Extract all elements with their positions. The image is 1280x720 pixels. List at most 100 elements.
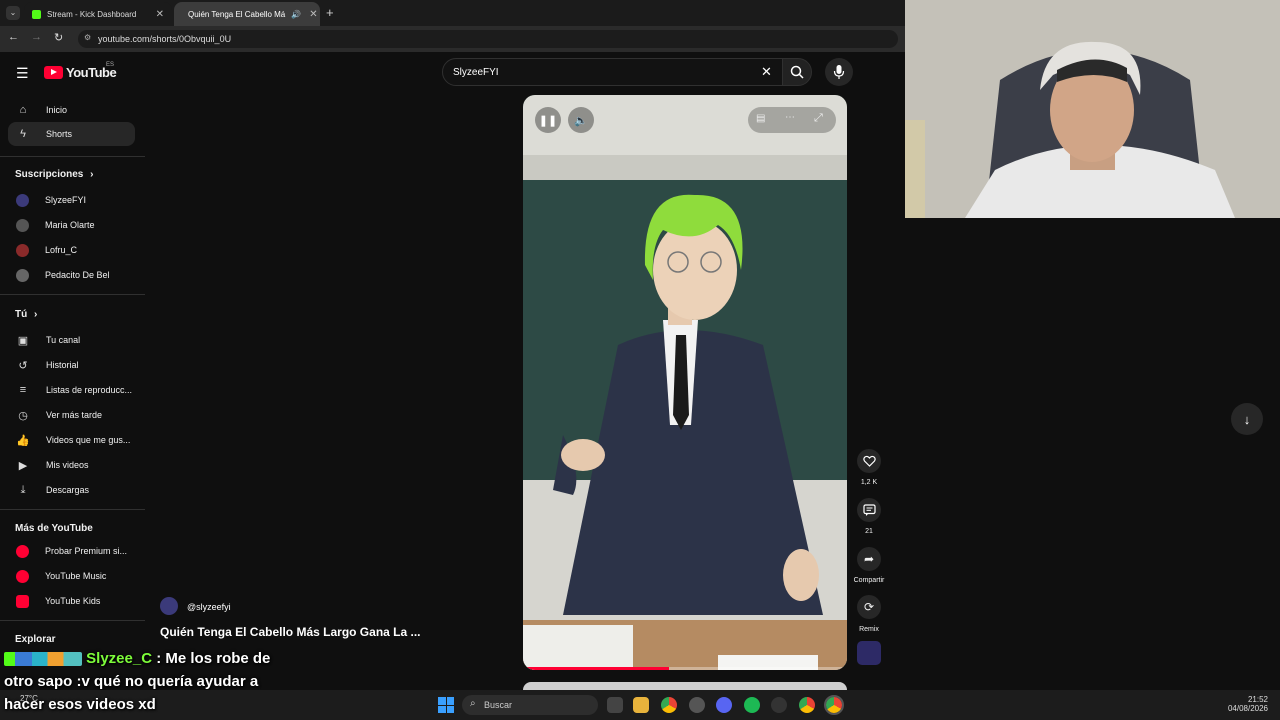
sidebar-sub-slyzeefyi[interactable]: SlyzeeFYI	[8, 188, 135, 212]
home-icon: ⌂	[19, 104, 27, 116]
sidebar: ⌂ Inicio ϟ Shorts Suscripciones › Slyzee…	[0, 94, 145, 690]
tab-youtube-short[interactable]: Quién Tenga El Cabello Má 🔊 ✕	[174, 2, 320, 26]
sidebar-item-shorts[interactable]: ϟ Shorts	[8, 122, 135, 146]
chat-text: : Me los robe de	[156, 650, 271, 667]
like-icon: 👍	[16, 434, 30, 447]
forward-icon[interactable]: →	[31, 31, 42, 43]
share-icon: ➦	[863, 552, 875, 566]
comment-button[interactable]	[857, 498, 881, 522]
taskbar-search[interactable]: ⌕ Buscar	[462, 695, 598, 715]
obs-icon[interactable]	[689, 697, 705, 713]
captions-icon[interactable]: ▤	[756, 113, 765, 124]
address-bar[interactable]: ⚙ youtube.com/shorts/0Obvquii_0U	[78, 30, 898, 48]
speaker-icon: 🔊	[291, 9, 302, 19]
webcam-overlay	[905, 0, 1280, 218]
app-icon[interactable]	[771, 697, 787, 713]
browser-tab-bar: ⌄ Stream - Kick Dashboard ✕ Quién Tenga …	[0, 0, 905, 26]
sidebar-item-label: Mis videos	[46, 460, 89, 470]
sidebar-item-videos-que-me-gustan[interactable]: 👍 Videos que me gus...	[8, 428, 135, 452]
my-videos-icon: ▶	[18, 459, 28, 472]
tab-title: Quién Tenga El Cabello Má	[188, 9, 286, 19]
like-count: 1,2 K	[860, 479, 878, 486]
video-progress-track[interactable]	[523, 667, 847, 670]
search-button[interactable]	[782, 58, 812, 86]
spotify-icon[interactable]	[744, 697, 760, 713]
sidebar-item-ver-mas-tarde[interactable]: ◷ Ver más tarde	[8, 403, 135, 427]
explore-header: Explorar	[15, 634, 56, 645]
pause-button[interactable]: ❚❚	[535, 107, 561, 133]
remix-button[interactable]: ⟳	[857, 595, 881, 619]
sidebar-sub-maria-olarte[interactable]: Maria Olarte	[8, 213, 135, 237]
chat-username: Slyzee_C	[86, 650, 153, 667]
more-options-icon[interactable]: ⋯	[785, 112, 795, 123]
downloads-icon: ⤓	[20, 483, 26, 496]
discord-icon[interactable]	[716, 697, 732, 713]
sidebar-item-listas[interactable]: ≡ Listas de reproducc...	[8, 378, 135, 402]
reload-icon[interactable]: ↻	[54, 31, 63, 44]
chat-message-line: otro sapo :v qué no quería ayudar a	[4, 673, 259, 690]
sound-thumbnail[interactable]	[857, 641, 881, 665]
menu-icon[interactable]: ☰	[16, 65, 29, 82]
like-button[interactable]	[857, 449, 881, 473]
short-channel-name[interactable]: @slyzeefyi	[187, 602, 231, 612]
chat-badges-icon	[4, 652, 82, 667]
tab-list-icon[interactable]: ⌄	[6, 6, 20, 20]
remix-label: Remix	[859, 626, 879, 633]
sidebar-item-label: Historial	[46, 360, 79, 370]
sidebar-item-inicio[interactable]: ⌂ Inicio	[8, 98, 135, 122]
back-icon[interactable]: ←	[8, 31, 19, 43]
chrome-icon[interactable]	[661, 697, 677, 713]
sidebar-sub-pedacito-de-bel[interactable]: Pedacito De Bel	[8, 263, 135, 287]
sidebar-item-historial[interactable]: ↺ Historial	[8, 353, 135, 377]
next-short-preview[interactable]	[523, 682, 847, 690]
youtube-kids-icon	[16, 594, 29, 608]
sidebar-item-youtube-music[interactable]: YouTube Music	[8, 564, 135, 588]
fullscreen-icon[interactable]: ⤢	[814, 112, 823, 125]
clock-time: 21:52	[1247, 695, 1268, 704]
next-short-button[interactable]: ↓	[1231, 403, 1263, 435]
search-icon	[790, 65, 804, 79]
short-video-player[interactable]: ❚❚ 🔈 ▤ ⋯ ⤢	[523, 95, 847, 670]
close-icon[interactable]: ✕	[309, 9, 317, 20]
sidebar-item-premium[interactable]: Probar Premium si...	[8, 539, 135, 563]
taskbar-clock[interactable]: 21:52 04/08/2026	[1200, 695, 1268, 713]
you-header[interactable]: Tú ›	[15, 309, 37, 320]
task-view-icon[interactable]	[607, 697, 623, 713]
remix-icon: ⟳	[863, 600, 875, 614]
chrome-profile-icon[interactable]	[799, 697, 815, 713]
video-frame-image	[523, 95, 847, 670]
close-icon[interactable]: ✕	[156, 9, 164, 20]
avatar	[16, 243, 29, 257]
windows-start-icon[interactable]	[438, 697, 454, 713]
chrome-active-icon[interactable]	[824, 695, 844, 715]
volume-button[interactable]: 🔈	[568, 107, 594, 133]
new-tab-button[interactable]: +	[326, 5, 334, 20]
sidebar-item-label: SlyzeeFYI	[45, 195, 87, 205]
subscriptions-header[interactable]: Suscripciones ›	[15, 169, 93, 180]
search-input[interactable]: SlyzeeFYI ✕	[442, 58, 784, 86]
sidebar-item-tu-canal[interactable]: ▣ Tu canal	[8, 328, 135, 352]
avatar	[16, 268, 29, 282]
clock-date: 04/08/2026	[1227, 704, 1268, 713]
tab-kick-dashboard[interactable]: Stream - Kick Dashboard ✕	[24, 2, 172, 26]
sidebar-sub-lofru-c[interactable]: Lofru_C	[8, 238, 135, 262]
search-value: SlyzeeFYI	[453, 66, 499, 78]
site-info-icon[interactable]: ⚙	[84, 33, 91, 42]
voice-search-button[interactable]	[825, 58, 853, 86]
sidebar-item-label: Ver más tarde	[46, 410, 103, 420]
chevron-right-icon: ›	[34, 309, 38, 320]
history-icon: ↺	[18, 359, 28, 372]
more-from-youtube-header: Más de YouTube	[15, 523, 93, 534]
chat-message-line: Slyzee_C : Me los robe de	[4, 650, 270, 667]
channel-avatar[interactable]	[160, 597, 178, 615]
clear-search-icon[interactable]: ✕	[761, 64, 772, 80]
sidebar-item-descargas[interactable]: ⤓ Descargas	[8, 478, 135, 502]
share-button[interactable]: ➦	[857, 547, 881, 571]
sidebar-item-label: Tu canal	[46, 335, 81, 345]
sidebar-item-youtube-kids[interactable]: YouTube Kids	[8, 589, 135, 613]
short-title[interactable]: Quién Tenga El Cabello Más Largo Gana La…	[160, 625, 420, 639]
avatar	[16, 218, 29, 232]
sidebar-item-mis-videos[interactable]: ▶ Mis videos	[8, 453, 135, 477]
file-explorer-icon[interactable]	[633, 697, 649, 713]
sidebar-item-label: Maria Olarte	[45, 220, 95, 230]
